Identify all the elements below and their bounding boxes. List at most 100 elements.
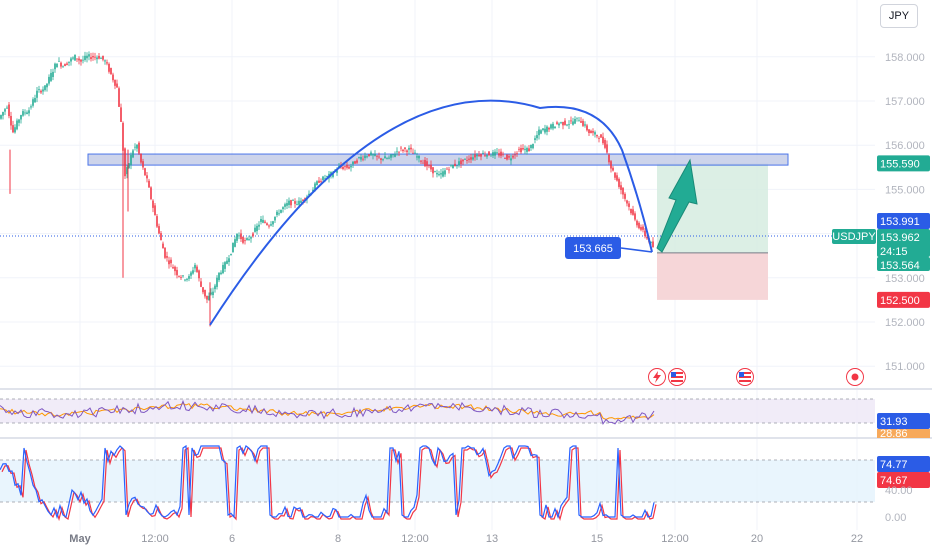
candle-body [420,160,422,162]
candle-body [188,276,190,279]
candle-body [206,295,208,300]
candle-body [474,154,476,158]
candle-body [546,126,548,132]
candle-body [426,161,428,167]
candle-body [464,158,466,160]
candle-body [380,158,382,160]
horizontal-zone [87,153,789,166]
stop-zone [657,252,768,300]
candle-body [486,154,488,157]
candle-body [586,125,588,131]
candle-body [274,216,276,221]
candle-body [512,155,514,158]
rsi-value-tag-text: 31.93 [880,416,908,428]
candle-body [50,72,52,81]
candle-body [200,281,202,287]
candle-body [372,154,374,156]
candle-body [634,213,636,220]
candle-body [12,125,14,133]
time-tick: 12:00 [661,533,689,545]
candle-body [442,171,444,177]
candle-body [6,107,8,109]
candle-body [494,151,496,156]
candle-body [508,156,510,158]
candle-body [588,129,590,134]
candle-body [538,129,540,136]
price-tick: 151.000 [885,361,925,373]
candle-body [64,64,66,67]
candle-body [112,74,114,81]
candle-body [276,211,278,215]
candle-body [34,97,36,103]
candle-body [470,157,472,160]
candle-body [162,243,164,249]
candle-body [524,148,526,150]
candle-body [286,203,288,206]
candle-body [2,112,4,116]
candle-body [84,55,86,60]
candle-body [408,147,410,150]
lightning-icon[interactable] [648,368,666,386]
candle-body [318,180,320,183]
candle-body [632,209,634,215]
record-icon[interactable] [846,368,864,386]
candle-body [216,277,218,287]
candle-body [88,54,90,57]
candle-body [132,150,134,158]
stoch-zero-tick: 0.00 [885,512,906,524]
candle-body [416,156,418,158]
candle-body [134,146,136,148]
candle-body [444,170,446,175]
candle-body [478,154,480,156]
price-chart[interactable]: 153.665 158.000 157.000 156.000 155.000 153.0… [0,0,932,550]
candle-body [52,71,54,78]
candle-body [388,157,390,159]
candle-body [554,126,556,129]
candle-body [498,153,500,156]
candle-body [404,147,406,150]
candle-body [108,63,110,72]
candle-body [26,112,28,114]
candle-body [194,264,196,269]
candle-body [168,260,170,265]
time-tick: 6 [229,533,235,545]
us-flag-icon[interactable] [736,368,754,386]
candle-body [102,55,104,60]
candle-body [30,106,32,108]
candle-body [164,247,166,258]
candle-body [430,164,432,170]
candle-body [592,131,594,133]
candle-body [520,148,522,153]
candle-body [190,272,192,276]
candle-body [620,185,622,190]
time-tick: May [69,533,91,545]
candle-body [10,115,12,126]
candle-body [528,148,530,152]
candle-body [362,158,364,160]
candle-body [148,180,150,188]
candle-body [510,158,512,161]
candle-body [124,148,126,177]
candle-body [544,128,546,133]
candle-body [496,152,498,154]
candle-body [316,181,318,186]
candle-body [22,111,24,116]
candle-body [548,127,550,130]
candle-body [260,219,262,222]
time-tick: 12:00 [141,533,169,545]
stop-loss-tag-text: 152.500 [880,295,920,307]
candle-body [138,142,140,154]
candle-body [196,266,198,272]
candle-body [20,115,22,120]
candle-body [616,175,618,181]
candle-body [224,262,226,269]
candle-body [220,272,222,275]
candle-body [252,233,254,237]
chart-container[interactable]: 153.665 158.000 157.000 156.000 155.000 153.0… [0,0,932,550]
candle-body [86,55,88,59]
us-flag-icon[interactable] [668,368,686,386]
candle-body [278,213,280,215]
candle-body [246,238,248,240]
currency-selector[interactable]: JPY [880,4,918,28]
candle-body [612,167,614,171]
